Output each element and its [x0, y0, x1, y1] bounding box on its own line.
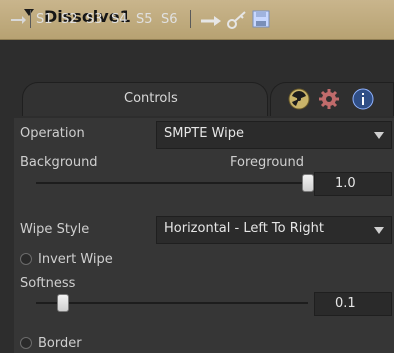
wipe-style-dropdown-value: Horizontal - Left To Right	[164, 221, 324, 236]
invert-wipe-checkbox[interactable]	[20, 253, 32, 265]
invert-wipe-label: Invert Wipe	[38, 252, 113, 267]
toolbar-separator	[190, 10, 191, 28]
info-icon[interactable]	[352, 88, 374, 114]
save-icon[interactable]	[252, 10, 270, 28]
radiation-icon[interactable]	[288, 88, 310, 114]
source-button-s3[interactable]: S3	[86, 12, 103, 27]
source-button-s1[interactable]: S1	[36, 12, 53, 27]
mix-slider-track[interactable]	[36, 182, 308, 184]
tab-controls-label: Controls	[124, 91, 178, 106]
operation-dropdown-value: SMPTE Wipe	[164, 126, 245, 141]
softness-label: Softness	[20, 276, 76, 291]
source-button-s4[interactable]: S4	[111, 12, 128, 27]
mix-left-label: Background	[20, 155, 98, 170]
border-checkbox[interactable]	[20, 337, 32, 349]
wipe-style-label: Wipe Style	[20, 222, 90, 237]
key-icon[interactable]	[226, 10, 248, 30]
mix-value: 1.0	[335, 176, 356, 191]
operation-label: Operation	[20, 126, 85, 141]
chevron-down-icon	[374, 132, 384, 139]
source-button-s5[interactable]: S5	[136, 12, 153, 27]
softness-value: 0.1	[335, 296, 356, 311]
source-button-s2[interactable]: S2	[61, 12, 78, 27]
pin-icon[interactable]	[10, 14, 28, 26]
mix-right-label: Foreground	[230, 155, 305, 170]
toolbar	[0, 42, 394, 78]
softness-slider-track[interactable]	[36, 302, 308, 304]
border-label: Border	[38, 336, 82, 351]
toolbar-separator	[30, 10, 31, 28]
chevron-down-icon	[374, 227, 384, 234]
softness-slider-thumb[interactable]	[57, 294, 69, 312]
source-button-s6[interactable]: S6	[161, 12, 178, 27]
gear-icon[interactable]	[318, 88, 340, 114]
mix-slider-thumb[interactable]	[302, 174, 314, 192]
arrow-icon[interactable]	[200, 14, 222, 28]
